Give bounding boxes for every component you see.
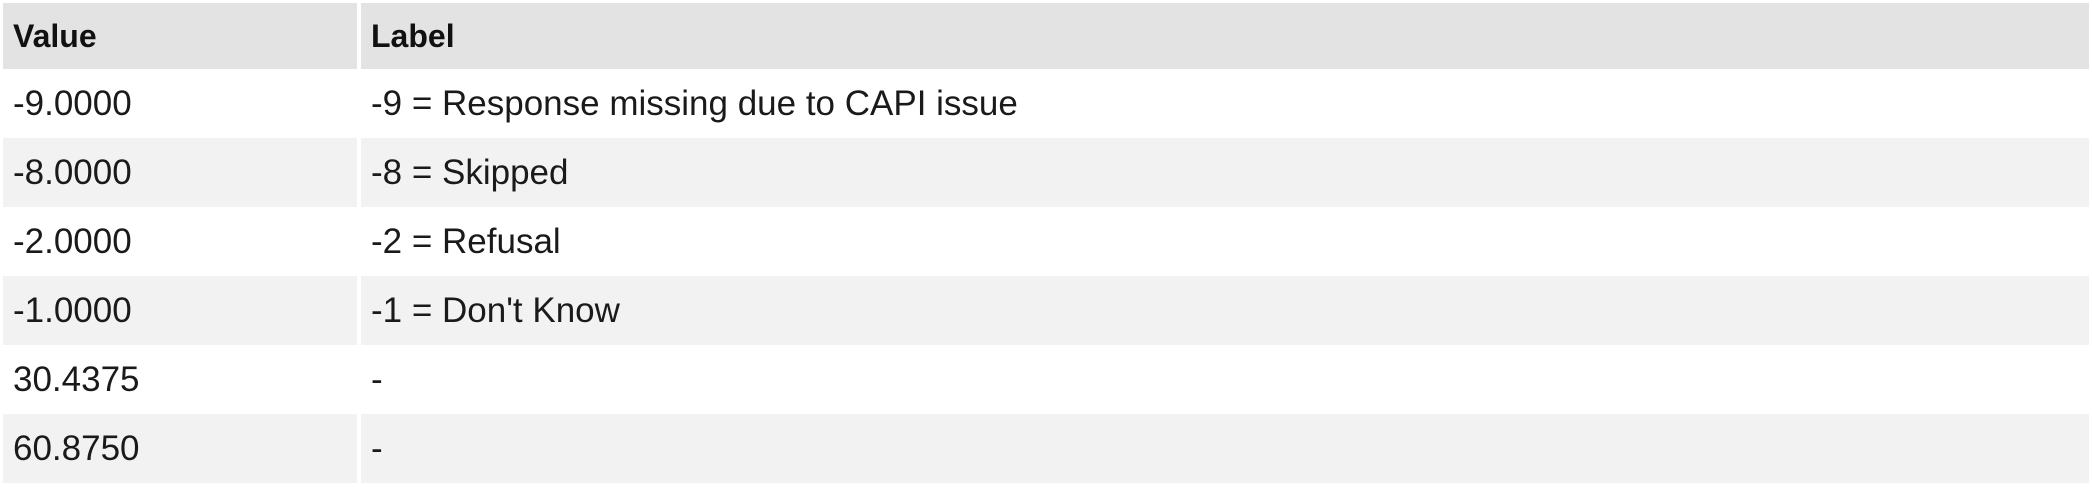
- cell-value: -2.0000: [3, 207, 361, 276]
- cell-value: -1.0000: [3, 276, 361, 345]
- value-label-table: Value Label -9.0000 -9 = Response missin…: [3, 3, 2089, 483]
- cell-value: -9.0000: [3, 69, 361, 138]
- header-value: Value: [3, 3, 361, 69]
- table-row: -9.0000 -9 = Response missing due to CAP…: [3, 69, 2089, 138]
- table-row: -8.0000 -8 = Skipped: [3, 138, 2089, 207]
- header-row: Value Label: [3, 3, 2089, 69]
- table-row: -2.0000 -2 = Refusal: [3, 207, 2089, 276]
- cell-label: -: [361, 345, 2089, 414]
- cell-value: 60.8750: [3, 414, 361, 483]
- cell-label: -1 = Don't Know: [361, 276, 2089, 345]
- cell-label: -9 = Response missing due to CAPI issue: [361, 69, 2089, 138]
- cell-value: 30.4375: [3, 345, 361, 414]
- table-header: Value Label: [3, 3, 2089, 69]
- cell-label: -8 = Skipped: [361, 138, 2089, 207]
- header-label: Label: [361, 3, 2089, 69]
- value-label-table-container: Value Label -9.0000 -9 = Response missin…: [3, 3, 2089, 483]
- cell-label: -: [361, 414, 2089, 483]
- table-row: 30.4375 -: [3, 345, 2089, 414]
- cell-value: -8.0000: [3, 138, 361, 207]
- table-row: -1.0000 -1 = Don't Know: [3, 276, 2089, 345]
- cell-label: -2 = Refusal: [361, 207, 2089, 276]
- table-row: 60.8750 -: [3, 414, 2089, 483]
- table-body: -9.0000 -9 = Response missing due to CAP…: [3, 69, 2089, 483]
